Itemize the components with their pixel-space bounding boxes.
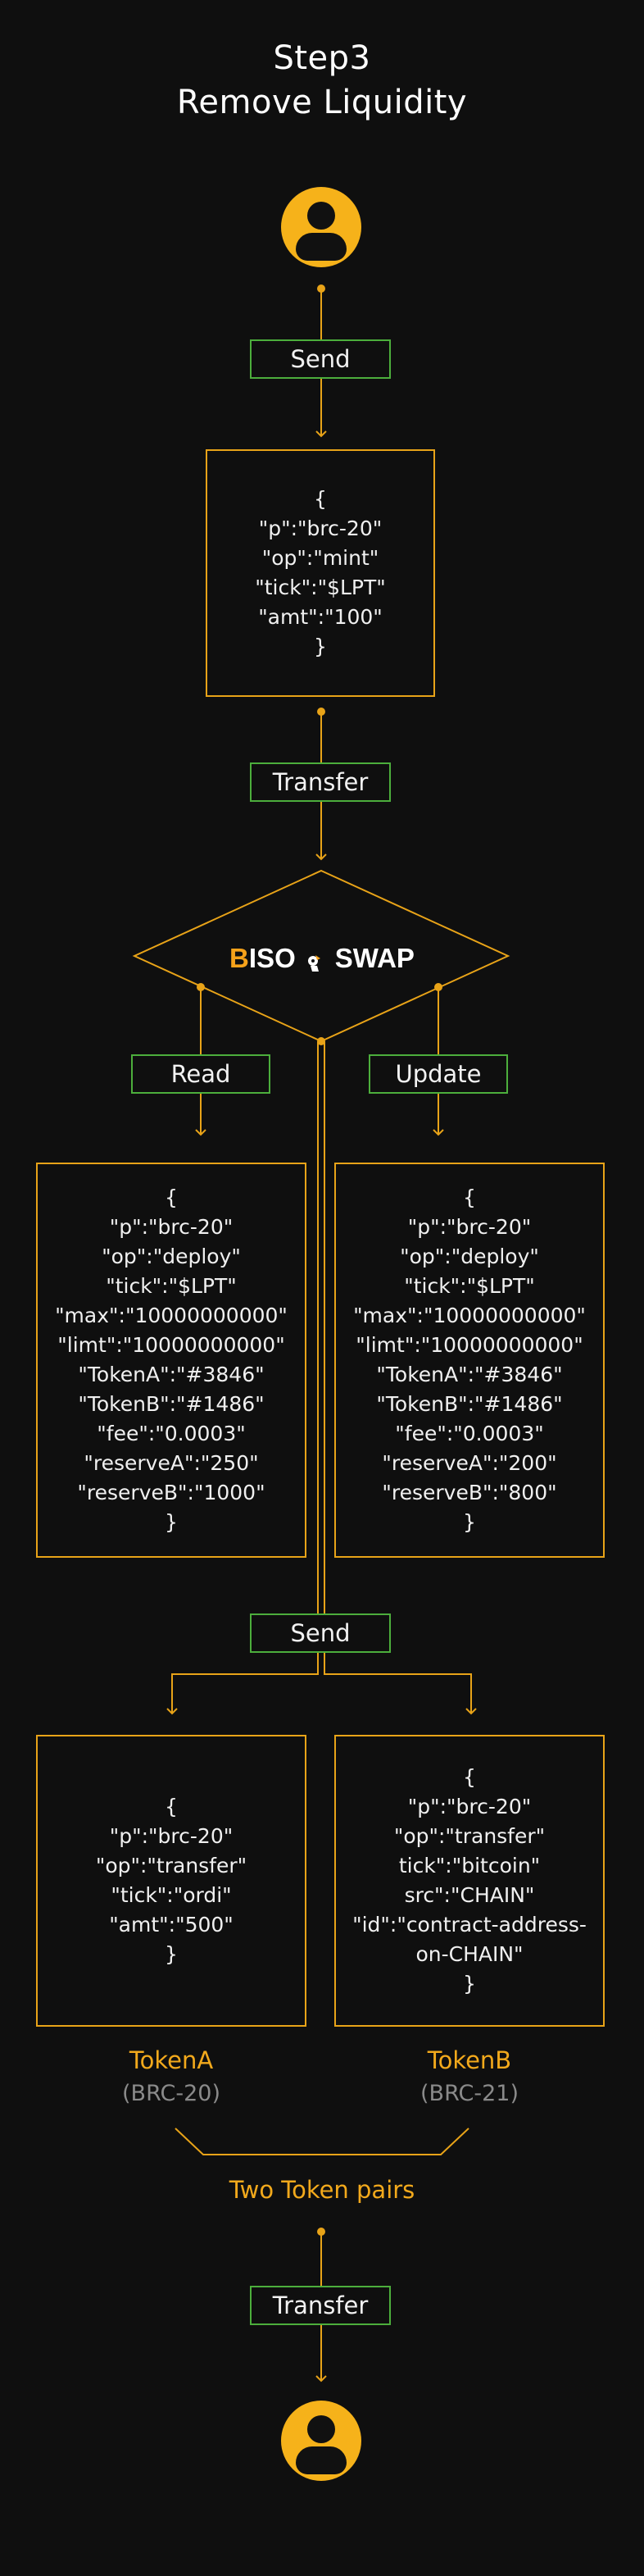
code-line: "p":"brc-20" — [109, 1824, 234, 1848]
code-line: "tick":"ordi" — [111, 1883, 232, 1907]
code-line: "amt":"100" — [258, 605, 383, 629]
code-line: "tick":"$LPT" — [255, 576, 386, 599]
code-line: on-CHAIN" — [415, 1942, 524, 1966]
user-avatar-icon — [281, 187, 361, 267]
transfer-step-tag: Transfer — [250, 762, 391, 802]
code-line: "op":"transfer" — [95, 1854, 247, 1877]
code-line: "reserveA":"200" — [382, 1451, 557, 1475]
code-line: tick":"bitcoin" — [398, 1854, 541, 1877]
code-line: "p":"brc-20" — [258, 517, 383, 540]
code-line: } — [463, 1510, 476, 1534]
code-line: "max":"10000000000" — [353, 1304, 586, 1327]
token-b-standard: (BRC-21) — [420, 2081, 519, 2106]
deploy-read-box: { "p":"brc-20" "op":"deploy" "tick":"$LPT" "… — [36, 1163, 306, 1558]
code-line: { — [314, 487, 327, 511]
send-step-tag: Send — [250, 339, 391, 379]
read-step-tag: Read — [131, 1054, 270, 1094]
code-line: } — [165, 1942, 178, 1966]
code-line: "tick":"$LPT" — [106, 1274, 237, 1298]
token-a-name: TokenA — [129, 2046, 214, 2074]
code-line: "reserveB":"1000" — [77, 1481, 265, 1504]
code-line: "amt":"500" — [109, 1913, 234, 1937]
deploy-update-box: { "p":"brc-20" "op":"deploy" "tick":"$LPT" "… — [334, 1163, 605, 1558]
logo-b-letter: B — [229, 943, 249, 973]
code-line: "TokenA":"#3846" — [376, 1363, 563, 1386]
code-line: "limt":"10000000000" — [57, 1333, 285, 1357]
code-line: "op":"deploy" — [102, 1245, 241, 1268]
logo-iso-text: ISO — [248, 943, 296, 973]
code-line: "limt":"10000000000" — [356, 1333, 583, 1357]
code-line: "TokenA":"#3846" — [78, 1363, 265, 1386]
token-pairs-label: Two Token pairs — [229, 2176, 415, 2204]
pony-icon — [306, 949, 325, 972]
token-a-standard: (BRC-20) — [122, 2081, 220, 2106]
code-line: "fee":"0.0003" — [395, 1422, 544, 1445]
code-line: { — [165, 1795, 178, 1818]
code-line: "tick":"$LPT" — [404, 1274, 535, 1298]
title-line-2: Remove Liquidity — [176, 84, 468, 121]
title-line-1: Step3 — [273, 39, 371, 77]
token-b-transfer-box: { "p":"brc-20" "op":"transfer" tick":"bitco… — [334, 1735, 605, 2027]
code-line: "id":"contract-address- — [352, 1913, 587, 1937]
code-line: { — [463, 1765, 476, 1789]
code-line: { — [463, 1186, 476, 1209]
logo-swap-text: SWAP — [334, 943, 415, 973]
code-line: "fee":"0.0003" — [97, 1422, 246, 1445]
recipient-avatar-icon — [281, 2401, 361, 2481]
code-line: "reserveB":"800" — [382, 1481, 557, 1504]
code-line: "p":"brc-20" — [407, 1795, 532, 1818]
token-b-name: TokenB — [427, 2046, 512, 2074]
code-line: } — [463, 1972, 476, 1996]
flow-diagram: Step3 Remove Liquidity Send { "p":"brc-20… — [0, 0, 644, 2576]
update-step-tag: Update — [369, 1054, 508, 1094]
code-line: "p":"brc-20" — [109, 1215, 234, 1239]
biso-swap-logo: B ISO SWAP — [131, 936, 513, 981]
token-a-transfer-box: { "p":"brc-20" "op":"transfer" "tick":"ordi… — [36, 1735, 306, 2027]
mint-inscription-box: { "p":"brc-20" "op":"mint" "tick":"$LPT" "am… — [206, 449, 435, 697]
code-line: src":"CHAIN" — [404, 1883, 535, 1907]
code-line: { — [165, 1186, 178, 1209]
code-line: "TokenB":"#1486" — [376, 1392, 563, 1416]
code-line: "op":"mint" — [261, 546, 379, 570]
code-line: "op":"transfer" — [393, 1824, 546, 1848]
code-line: "op":"deploy" — [400, 1245, 539, 1268]
code-line: } — [165, 1510, 178, 1534]
code-line: "reserveA":"250" — [84, 1451, 259, 1475]
code-line: "p":"brc-20" — [407, 1215, 532, 1239]
send-mid-step-tag: Send — [250, 1613, 391, 1653]
code-line: } — [314, 635, 327, 658]
transfer-bottom-step-tag: Transfer — [250, 2286, 391, 2325]
code-line: "max":"10000000000" — [55, 1304, 288, 1327]
code-line: "TokenB":"#1486" — [78, 1392, 265, 1416]
